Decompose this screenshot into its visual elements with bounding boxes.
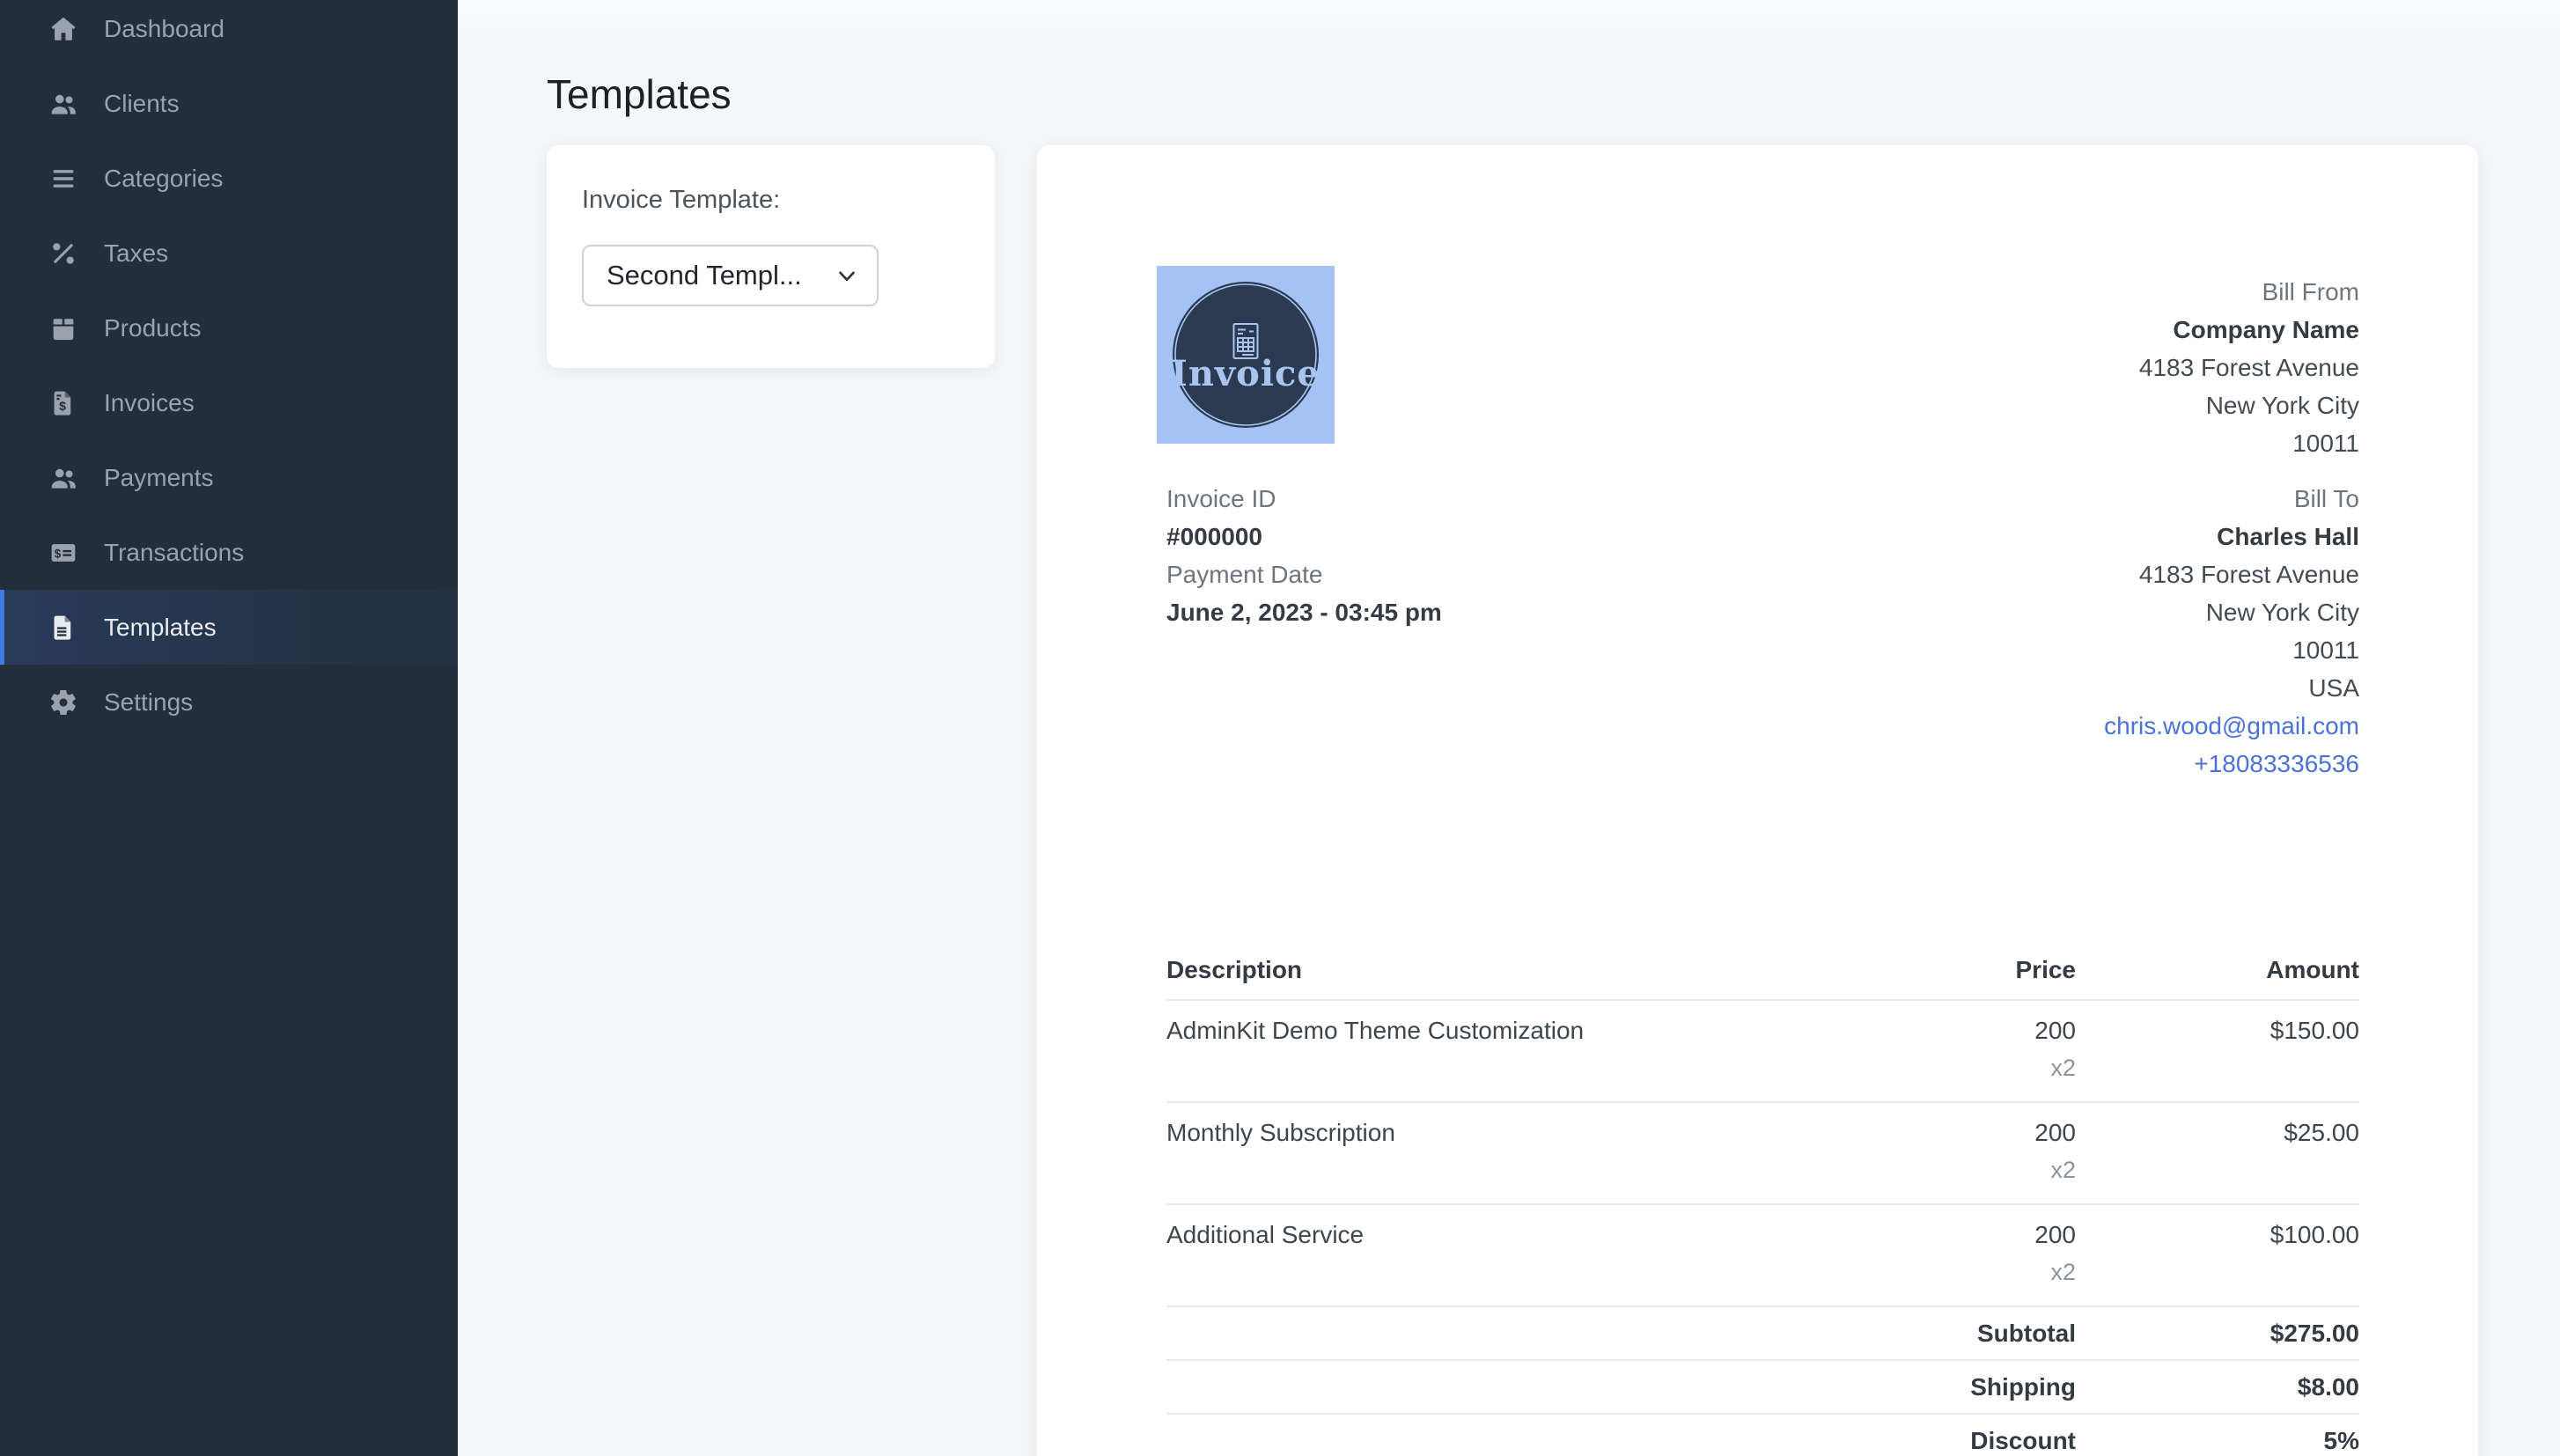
sidebar-item-transactions[interactable]: $ Transactions (0, 515, 458, 590)
sidebar-item-label: Invoices (104, 389, 195, 417)
item-description: Additional Service (1166, 1216, 1865, 1254)
sidebar-item-label: Dashboard (104, 15, 224, 43)
invoice-template-label: Invoice Template: (582, 186, 960, 215)
address-line: New York City (2139, 386, 2359, 424)
sidebar-item-taxes[interactable]: Taxes (0, 216, 458, 290)
invoice-id-value: #000000 (1166, 518, 1442, 555)
sidebar-nav: Dashboard Clients Categories Taxes Produ… (0, 0, 458, 739)
total-value: $8.00 (2076, 1368, 2359, 1406)
invoice-total-row: Discount 5% (1166, 1415, 2359, 1456)
bill-to-address: 4183 Forest AvenueNew York City10011USA (2104, 555, 2359, 707)
invoice-id-label: Invoice ID (1166, 480, 1442, 518)
users-icon (48, 463, 78, 493)
invoice-logo: Invoice (1157, 266, 1335, 444)
sidebar-item-label: Settings (104, 688, 193, 717)
invoice-item-row: Additional Service 200 x2 $100.00 (1166, 1205, 2359, 1307)
item-price: 200 (1865, 1216, 2076, 1254)
sidebar-item-label: Categories (104, 165, 223, 193)
item-quantity: x2 (1865, 1049, 2076, 1087)
address-line: New York City (2104, 593, 2359, 631)
bill-from-label: Bill From (2139, 273, 2359, 311)
item-quantity: x2 (1865, 1151, 2076, 1189)
app-screen: Dashboard Clients Categories Taxes Produ… (0, 0, 2560, 1456)
total-label: Shipping (1166, 1368, 2076, 1406)
chevron-down-icon (835, 263, 859, 288)
file-icon (48, 613, 78, 643)
sidebar-item-clients[interactable]: Clients (0, 66, 458, 141)
sidebar-item-payments[interactable]: Payments (0, 440, 458, 515)
bill-to-label: Bill To (2104, 480, 2359, 518)
sidebar-item-settings[interactable]: Settings (0, 665, 458, 739)
invoice-total-row: Subtotal $275.00 (1166, 1307, 2359, 1361)
sidebar-item-templates[interactable]: Templates (0, 590, 458, 665)
sidebar-item-label: Taxes (104, 239, 168, 268)
payment-date-value: June 2, 2023 - 03:45 pm (1166, 593, 1442, 631)
item-description: Monthly Subscription (1166, 1114, 1865, 1151)
sidebar: Dashboard Clients Categories Taxes Produ… (0, 0, 458, 1456)
invoice-file-icon: $ (48, 388, 78, 418)
transactions-card-icon: $ (48, 538, 78, 568)
sidebar-item-dashboard[interactable]: Dashboard (0, 0, 458, 66)
address-line: 10011 (2104, 631, 2359, 669)
sidebar-item-label: Clients (104, 90, 180, 118)
list-icon (48, 164, 78, 194)
item-quantity: x2 (1865, 1254, 2076, 1291)
invoice-table-header: Description Price Amount (1166, 951, 2359, 1001)
svg-text:$: $ (59, 399, 66, 413)
page-title: Templates (547, 70, 732, 118)
item-price: 200 (1865, 1011, 2076, 1049)
item-description: AdminKit Demo Theme Customization (1166, 1011, 1865, 1049)
box-icon (48, 313, 78, 343)
bill-to-name: Charles Hall (2104, 518, 2359, 555)
sidebar-item-label: Transactions (104, 539, 244, 567)
address-line: 10011 (2139, 424, 2359, 462)
bill-to-phone-link[interactable]: +18083336536 (2104, 745, 2359, 783)
sidebar-item-invoices[interactable]: $ Invoices (0, 365, 458, 440)
invoice-total-rows: Subtotal $275.00 Shipping $8.00 Discount… (1166, 1307, 2359, 1456)
address-line: 4183 Forest Avenue (2104, 555, 2359, 593)
payment-date-label: Payment Date (1166, 555, 1442, 593)
item-price: 200 (1865, 1114, 2076, 1151)
users-icon (48, 89, 78, 119)
home-icon (48, 14, 78, 44)
invoice-table: Description Price Amount AdminKit Demo T… (1166, 951, 2359, 1456)
sidebar-item-label: Templates (104, 614, 217, 642)
total-label: Subtotal (1166, 1314, 2076, 1352)
address-line: 4183 Forest Avenue (2139, 349, 2359, 386)
sidebar-item-label: Payments (104, 464, 214, 492)
bill-to-block: Bill To Charles Hall 4183 Forest AvenueN… (2104, 480, 2359, 783)
bill-from-block: Bill From Company Name 4183 Forest Avenu… (2139, 273, 2359, 462)
address-line: USA (2104, 669, 2359, 707)
gear-icon (48, 688, 78, 717)
sidebar-item-categories[interactable]: Categories (0, 141, 458, 216)
total-value: $275.00 (2076, 1314, 2359, 1352)
sidebar-item-products[interactable]: Products (0, 290, 458, 365)
bill-from-name: Company Name (2139, 311, 2359, 349)
bill-to-email-link[interactable]: chris.wood@gmail.com (2104, 707, 2359, 745)
item-amount: $25.00 (2076, 1114, 2359, 1151)
template-select-value: Second Templ... (607, 260, 802, 291)
header-amount: Amount (2076, 951, 2359, 989)
item-amount: $100.00 (2076, 1216, 2359, 1254)
invoice-logo-text: Invoice (1157, 353, 1335, 394)
invoice-meta-block: Invoice ID #000000 Payment Date June 2, … (1166, 480, 1442, 631)
main-content: Templates Invoice Template: Second Templ… (458, 0, 2560, 1456)
bill-from-address: 4183 Forest AvenueNew York City10011 (2139, 349, 2359, 462)
invoice-preview-card: Invoice Bill From Company Name 4183 Fore… (1037, 145, 2478, 1456)
invoice-item-row: AdminKit Demo Theme Customization 200 x2… (1166, 1001, 2359, 1103)
template-select[interactable]: Second Templ... (582, 245, 879, 306)
sidebar-item-label: Products (104, 314, 202, 342)
header-price: Price (1865, 951, 2076, 989)
header-description: Description (1166, 951, 1865, 989)
invoice-total-row: Shipping $8.00 (1166, 1361, 2359, 1415)
invoice-item-row: Monthly Subscription 200 x2 $25.00 (1166, 1103, 2359, 1205)
svg-text:$: $ (55, 547, 62, 560)
percent-icon (48, 239, 78, 268)
total-value: 5% (2076, 1422, 2359, 1456)
template-picker-card: Invoice Template: Second Templ... (547, 145, 995, 368)
total-label: Discount (1166, 1422, 2076, 1456)
invoice-item-rows: AdminKit Demo Theme Customization 200 x2… (1166, 1001, 2359, 1307)
item-amount: $150.00 (2076, 1011, 2359, 1049)
